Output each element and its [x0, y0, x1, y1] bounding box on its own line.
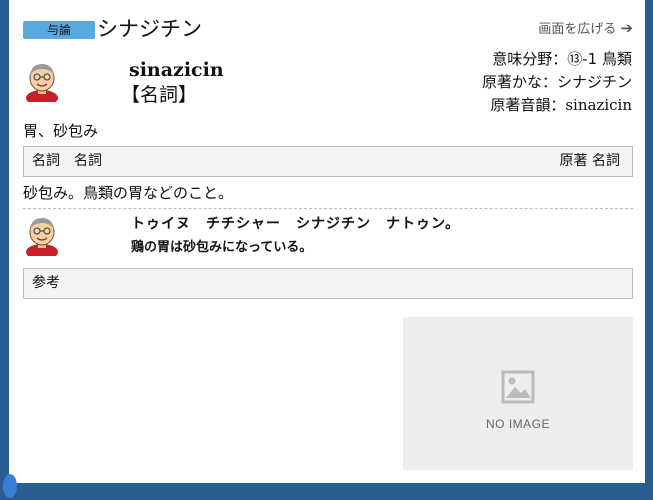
part-of-speech-box: 名詞 名詞 原著 名詞	[23, 146, 633, 177]
dialect-badge: 与論	[23, 21, 95, 39]
meta-original-kana: 原著かな：シナジチン	[481, 73, 632, 91]
image-placeholder: NO IMAGE	[403, 317, 633, 470]
entry-meta: 意味分野：⑬-1 鳥類 原著かな：シナジチン 原著音韻：sinazicin	[482, 48, 632, 117]
example-translation: 鶏の胃は砂包みになっている。	[131, 240, 313, 255]
definition: 砂包み。鳥類の胃などのこと。	[23, 184, 234, 202]
divider	[23, 208, 633, 209]
entry-header: 与論 シナジチン 画面を広げる ➔	[23, 14, 633, 44]
dictionary-entry-card: 与論 シナジチン 画面を広げる ➔ sinazicin 【名詞】 意味分野：⑬-1…	[3, 0, 645, 498]
word-title: シナジチン	[97, 17, 202, 41]
no-image-caption: NO IMAGE	[485, 417, 550, 431]
pos-left: 名詞 名詞	[32, 153, 102, 169]
expand-screen-label: 画面を広げる	[538, 22, 617, 37]
reference-label: 参考	[32, 275, 60, 291]
part-of-speech-heading: 【名詞】	[121, 84, 198, 106]
meta-original-phonology: 原著音韻：sinazicin	[490, 96, 632, 114]
image-placeholder-icon	[501, 370, 535, 404]
reference-box: 参考	[23, 268, 633, 299]
gloss: 胃、砂包み	[23, 122, 99, 140]
elder-avatar-icon[interactable]	[23, 212, 61, 256]
romanization: sinazicin	[129, 59, 224, 81]
expand-screen-link[interactable]: 画面を広げる ➔	[538, 18, 633, 40]
meta-semantic-field: 意味分野：⑬-1 鳥類	[492, 50, 632, 68]
pos-original: 原著 名詞	[559, 153, 620, 169]
example-sentence: トゥイヌ チチシャー シナジチン ナトゥン。	[131, 216, 461, 232]
arrow-right-icon: ➔	[620, 19, 633, 37]
corner-handle[interactable]	[3, 474, 17, 498]
elder-avatar-icon[interactable]	[23, 58, 61, 102]
